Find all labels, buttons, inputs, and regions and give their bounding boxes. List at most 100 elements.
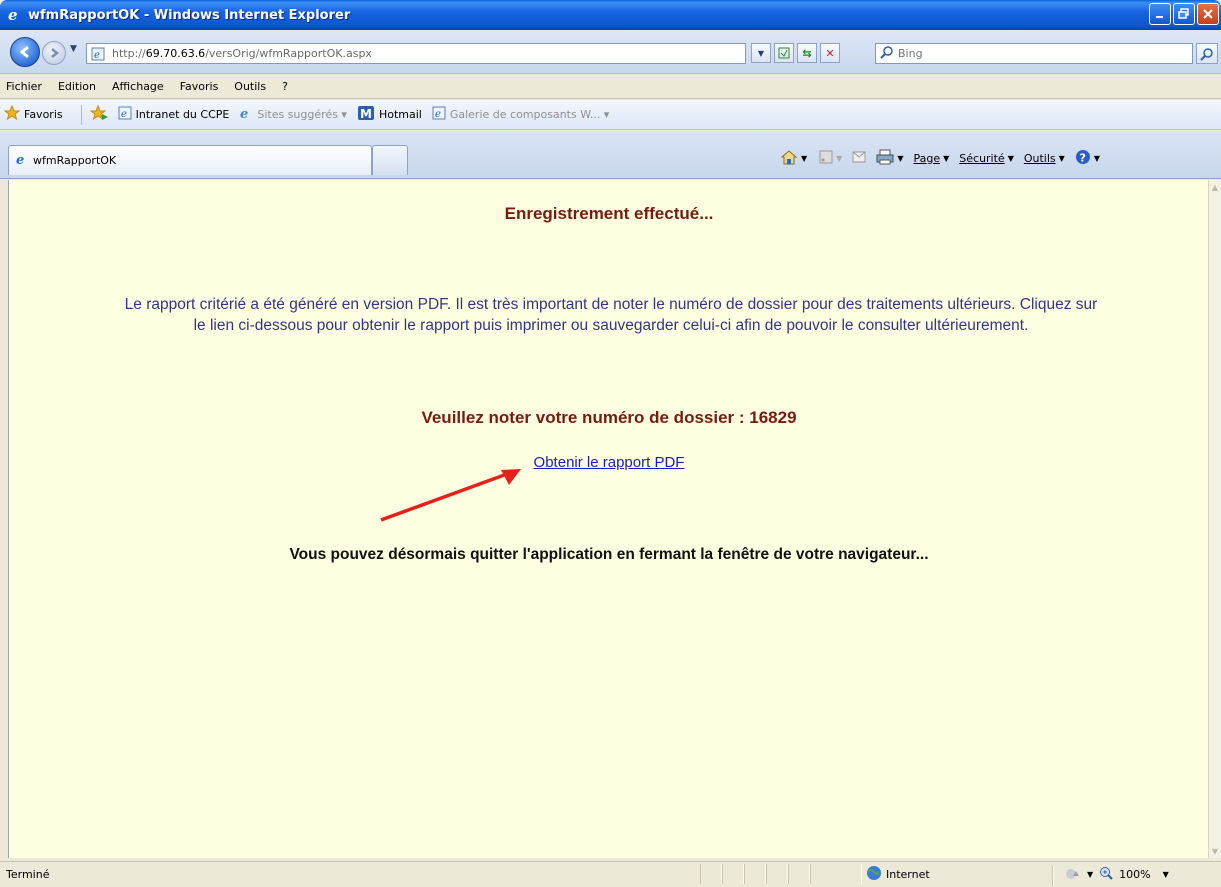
- maximize-button[interactable]: [1173, 3, 1195, 25]
- favorite-gallery-label: Galerie de composants W... ▾: [449, 108, 610, 121]
- protected-mode-icon: [1065, 866, 1081, 883]
- search-input[interactable]: [898, 47, 1188, 60]
- close-button[interactable]: [1197, 3, 1219, 25]
- chevron-down-icon: ▼: [1087, 870, 1094, 879]
- back-button[interactable]: [10, 37, 40, 67]
- tab-label: wfmRapportOK: [33, 154, 117, 167]
- menu-fichier[interactable]: Fichier: [6, 80, 42, 93]
- favorite-hotmail[interactable]: M Hotmail: [357, 105, 422, 124]
- red-arrow-annotation: [380, 469, 521, 522]
- history-dropdown-icon[interactable]: ▼: [70, 44, 77, 54]
- favorite-intranet[interactable]: e Intranet du CCPE: [118, 106, 230, 123]
- home-button[interactable]: ▼: [780, 149, 807, 168]
- help-button[interactable]: ? ▼: [1075, 149, 1100, 168]
- bing-search-icon: [880, 45, 894, 62]
- chevron-down-icon: ▼: [1162, 870, 1169, 879]
- svg-text:e: e: [240, 107, 248, 120]
- favorite-gallery[interactable]: e Galerie de composants W... ▾: [432, 106, 610, 123]
- security-menu-label: Sécurité: [959, 152, 1005, 165]
- svg-text:e: e: [8, 7, 18, 23]
- search-button[interactable]: [1196, 43, 1218, 64]
- search-field[interactable]: [875, 43, 1193, 64]
- status-separator: [1052, 865, 1054, 885]
- menu-bar: Fichier Edition Affichage Favoris Outils…: [0, 75, 1221, 99]
- security-zone-label: Internet: [886, 868, 930, 881]
- ie-logo-icon: e: [15, 152, 29, 169]
- refresh-icon[interactable]: ⇆: [797, 43, 817, 63]
- forward-button[interactable]: [42, 41, 66, 65]
- status-cell: [744, 864, 766, 884]
- favorites-bar: Favoris e Intranet du CCPE e Sites suggé…: [0, 100, 1221, 130]
- home-icon: [780, 149, 798, 168]
- favorite-suggested-sites-label: Sites suggérés ▾: [257, 108, 347, 121]
- status-cell: [766, 864, 788, 884]
- menu-affichage[interactable]: Affichage: [112, 80, 164, 93]
- security-menu[interactable]: Sécurité ▼: [959, 152, 1014, 165]
- add-to-favorites-icon: [89, 104, 108, 124]
- vertical-scrollbar[interactable]: ▲ ▼: [1208, 180, 1221, 858]
- report-message: Le rapport critérié a été généré en vers…: [21, 294, 1201, 336]
- command-bar: ▼ ▼ ▼ Page ▼ Sécurité ▼ Outils ▼ ? ▼: [780, 149, 1100, 168]
- address-field[interactable]: e http://69.70.63.6/versOrig/wfmRapportO…: [86, 43, 746, 64]
- chevron-down-icon: ▼: [1058, 154, 1065, 163]
- status-cell: [788, 864, 810, 884]
- globe-icon: [866, 865, 882, 884]
- favorites-button[interactable]: Favoris: [3, 104, 63, 124]
- tab-wfmrapportok[interactable]: e wfmRapportOK: [8, 145, 372, 175]
- star-icon: [3, 104, 21, 124]
- page-content: Enregistrement effectué... Le rapport cr…: [8, 180, 1208, 858]
- dossier-number-label: Veuillez noter votre numéro de dossier :…: [421, 408, 797, 427]
- status-cell: [700, 864, 722, 884]
- status-cell: [810, 864, 862, 884]
- menu-favoris[interactable]: Favoris: [180, 80, 219, 93]
- stop-icon[interactable]: ✕: [820, 43, 840, 63]
- page-heading: Enregistrement effectué...: [504, 204, 714, 223]
- url-host: 69.70.63.6: [145, 47, 206, 60]
- separator: [80, 104, 82, 125]
- chevron-down-icon: ▼: [897, 154, 904, 163]
- ie-page-icon: e: [432, 106, 446, 123]
- favorites-label: Favoris: [24, 108, 63, 121]
- new-tab-button[interactable]: [372, 145, 408, 175]
- security-zone[interactable]: Internet: [866, 865, 930, 884]
- menu-edition[interactable]: Edition: [58, 80, 96, 93]
- svg-text:e: e: [94, 50, 100, 61]
- add-favorite-button[interactable]: [89, 104, 108, 124]
- ie-logo-icon: e: [6, 6, 24, 24]
- scroll-up-icon[interactable]: ▲: [1209, 180, 1221, 194]
- printer-icon: [876, 149, 894, 168]
- tools-menu-label: Outils: [1023, 152, 1056, 165]
- favorite-suggested-sites[interactable]: e Sites suggérés ▾: [239, 106, 347, 123]
- url-path: /versOrig/wfmRapportOK.aspx: [205, 47, 372, 60]
- report-message-line1: Le rapport critérié a été généré en vers…: [124, 296, 1098, 313]
- status-text: Terminé: [6, 868, 50, 881]
- get-pdf-report-link[interactable]: Obtenir le rapport PDF: [534, 454, 685, 471]
- zoom-level: 100%: [1119, 868, 1151, 881]
- chevron-down-icon: ▼: [836, 154, 843, 163]
- print-button[interactable]: ▼: [876, 149, 903, 168]
- favorite-intranet-label: Intranet du CCPE: [135, 108, 230, 121]
- page-menu-label: Page: [913, 152, 941, 165]
- report-message-line2: le lien ci-dessous pour obtenir le rappo…: [193, 317, 1029, 334]
- help-icon: ?: [1075, 149, 1091, 168]
- zoom-control[interactable]: ▼ 100% ▼: [1066, 866, 1169, 883]
- menu-help[interactable]: ?: [282, 80, 288, 93]
- minimize-button[interactable]: [1149, 3, 1171, 25]
- quit-message: Vous pouvez désormais quitter l'applicat…: [289, 546, 929, 563]
- svg-text:?: ?: [1079, 152, 1085, 165]
- menu-outils[interactable]: Outils: [234, 80, 266, 93]
- svg-text:e: e: [121, 109, 127, 120]
- scroll-down-icon[interactable]: ▼: [1209, 844, 1221, 858]
- feeds-button[interactable]: ▼: [819, 150, 842, 167]
- status-cell: [722, 864, 744, 884]
- page-menu[interactable]: Page ▼: [913, 152, 949, 165]
- address-dropdown-button[interactable]: ▼: [751, 43, 771, 63]
- compatibility-view-icon[interactable]: [774, 43, 794, 63]
- chevron-down-icon: ▼: [943, 154, 950, 163]
- zoom-icon: [1099, 866, 1113, 883]
- hotmail-icon: M: [357, 105, 375, 124]
- status-bar: Terminé Internet ▼ 100% ▼: [0, 861, 1221, 887]
- read-mail-button[interactable]: [852, 151, 866, 166]
- title-bar: e wfmRapportOK - Windows Internet Explor…: [0, 0, 1221, 30]
- tools-menu[interactable]: Outils ▼: [1024, 152, 1065, 165]
